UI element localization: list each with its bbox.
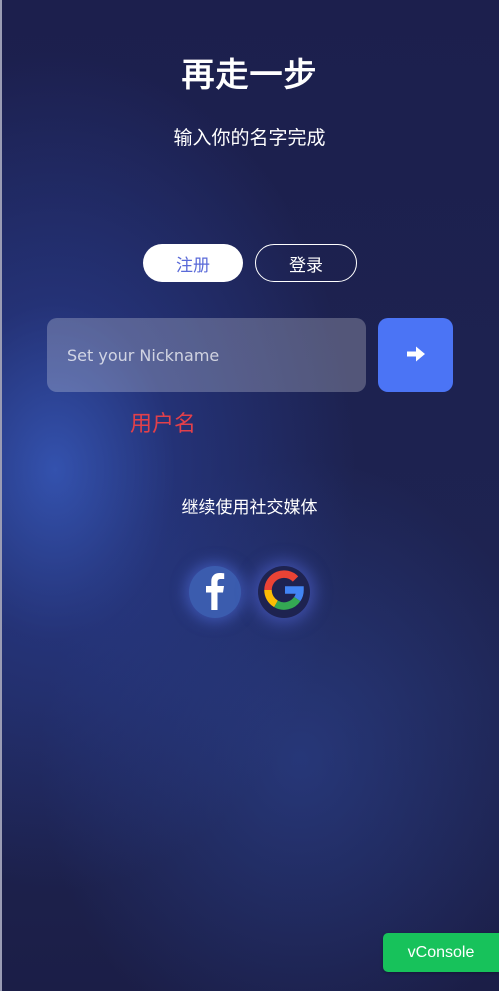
tab-register-label: 注册 bbox=[176, 255, 210, 276]
google-icon bbox=[258, 564, 310, 620]
nickname-input[interactable] bbox=[47, 318, 366, 392]
facebook-icon bbox=[189, 564, 241, 620]
username-label: 用户名 bbox=[130, 412, 197, 437]
page-title: 再走一步 bbox=[181, 55, 318, 94]
facebook-login-button[interactable] bbox=[189, 566, 241, 618]
vconsole-button[interactable]: vConsole bbox=[383, 933, 499, 972]
tab-login-label: 登录 bbox=[289, 255, 323, 276]
google-login-button[interactable] bbox=[258, 566, 310, 618]
social-caption: 继续使用社交媒体 bbox=[181, 498, 318, 518]
submit-button[interactable] bbox=[378, 318, 453, 392]
page-subtitle: 输入你的名字完成 bbox=[173, 127, 326, 149]
tab-register[interactable]: 注册 bbox=[143, 244, 243, 282]
app-screen: 再走一步 输入你的名字完成 注册 登录 用户名 继续使用社交媒体 bbox=[0, 0, 499, 991]
arrow-right-icon bbox=[406, 345, 426, 366]
tab-login[interactable]: 登录 bbox=[255, 244, 357, 282]
